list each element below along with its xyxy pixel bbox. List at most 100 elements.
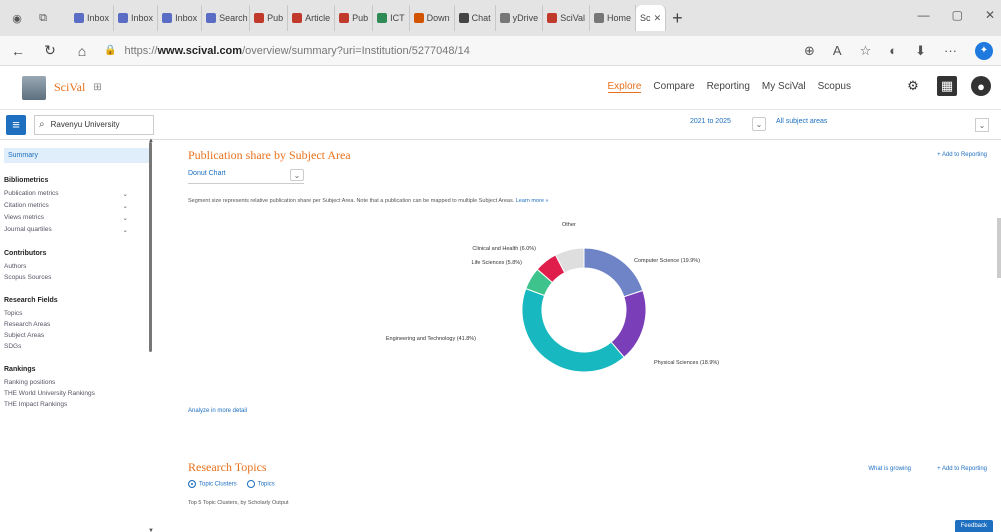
sidebar-item[interactable]: Views metrics ⌄ xyxy=(4,212,128,224)
read-aloud-icon[interactable]: A xyxy=(833,43,842,58)
entity-toolbar: ≡ ⌕ Ravenyu University 2021 to 2025 ⌄ Al… xyxy=(0,110,1001,140)
nav-reporting[interactable]: Reporting xyxy=(707,81,750,93)
sidebar-item[interactable]: Journal quartiles ⌄ xyxy=(4,224,128,236)
refresh-icon[interactable]: ↻ xyxy=(40,41,60,61)
user-avatar-icon[interactable]: ● xyxy=(971,76,991,96)
sidebar-section: Contributors Authors Scopus Sources xyxy=(4,250,158,283)
sidebar-item[interactable]: Citation metrics ⌄ xyxy=(4,200,128,212)
browser-tab[interactable]: Home xyxy=(590,5,637,31)
sidebar-item[interactable]: Topics xyxy=(4,308,128,319)
alerts-icon[interactable]: ⚙ xyxy=(903,76,923,96)
sidebar-item[interactable]: Authors xyxy=(4,261,128,272)
sidebar-section-heading: Rankings xyxy=(4,366,36,373)
scroll-down-icon[interactable]: ▼ xyxy=(148,528,154,532)
donut-slice-physical-sciences[interactable] xyxy=(610,289,647,358)
page-scrollbar[interactable] xyxy=(997,218,1001,278)
browser-tab[interactable]: Pub xyxy=(250,5,289,31)
chevron-down-icon[interactable]: ⌄ xyxy=(975,118,989,132)
zoom-icon[interactable]: ⊕ xyxy=(804,43,815,59)
sidebar-section: Research Fields Topics Research Areas Subje… xyxy=(4,297,158,352)
add-to-reporting-link[interactable]: + Add to Reporting xyxy=(937,466,987,472)
date-range-selector[interactable]: 2021 to 2025 xyxy=(690,118,731,125)
apps-grid-icon[interactable]: ⊞ xyxy=(93,82,101,93)
home-icon[interactable]: ⌂ xyxy=(72,41,92,61)
entity-search-field[interactable]: ⌕ Ravenyu University xyxy=(34,114,154,135)
feedback-button[interactable]: Feedback xyxy=(954,520,993,532)
browser-tab[interactable]: Pub xyxy=(335,5,374,31)
sidebar-item[interactable]: Research Areas xyxy=(4,319,128,330)
url-input[interactable]: 🔒 https://www.scival.com/overview/summar… xyxy=(104,40,784,62)
topics-radio[interactable]: Topics xyxy=(246,480,275,488)
more-icon[interactable]: ··· xyxy=(944,43,957,58)
browser-tab[interactable]: Article xyxy=(288,5,336,31)
workspaces-icon[interactable]: ⧉ xyxy=(36,11,50,25)
browser-tab[interactable]: SciVal xyxy=(543,5,591,31)
sidebar-section-heading: Contributors xyxy=(4,250,47,257)
browser-tab[interactable]: Search xyxy=(202,5,251,31)
browser-tab[interactable]: Inbox xyxy=(70,5,115,31)
browser-tab-bar: ◉ ⧉ Inbox Inbox Inbox Search Pub Article Pub IC… xyxy=(0,0,1001,36)
sidebar-item-summary[interactable]: Summary xyxy=(4,148,152,163)
tab-strip: Inbox Inbox Inbox Search Pub Article Pub ICT Dow… xyxy=(70,4,667,32)
extension-icon[interactable]: ◐ xyxy=(889,43,897,58)
content-panel: Publication share by Subject Area + Add … xyxy=(158,140,1001,532)
copilot-icon[interactable]: ✦ xyxy=(975,41,993,60)
donut-slice-engineering-and-technology[interactable] xyxy=(521,287,625,373)
sidebar-item-label: Scopus Sources xyxy=(4,274,52,281)
nav-explore[interactable]: Explore xyxy=(607,81,642,93)
sidebar-scrollbar[interactable] xyxy=(149,142,152,352)
sidebar-item[interactable]: Scopus Sources xyxy=(4,272,128,283)
favorite-star-icon[interactable]: ☆ xyxy=(860,43,872,59)
tab-label: ICT xyxy=(390,13,405,23)
chevron-down-icon[interactable]: ⌄ xyxy=(752,117,766,131)
hamburger-menu-button[interactable]: ≡ xyxy=(6,114,26,135)
browser-tab[interactable]: yDrive xyxy=(496,5,544,31)
sidebar-item[interactable]: Subject Areas xyxy=(4,330,128,341)
tab-favicon-icon xyxy=(413,13,424,23)
minimize-icon[interactable]: — xyxy=(918,8,930,22)
subject-area-selector[interactable]: All subject areas xyxy=(776,118,827,125)
expand-chevron-icon[interactable]: ⌄ xyxy=(123,190,128,198)
collections-icon[interactable]: ⬇ xyxy=(915,43,926,59)
expand-chevron-icon[interactable]: ⌄ xyxy=(123,202,128,210)
analyze-more-link[interactable]: Analyze in more detail xyxy=(188,408,247,414)
sidebar-item[interactable]: Ranking positions xyxy=(4,377,128,388)
tab-favicon-icon xyxy=(162,13,173,23)
sidebar-item[interactable]: Publication metrics ⌄ xyxy=(4,188,128,200)
browser-tab[interactable]: Inbox xyxy=(158,5,203,31)
close-window-icon[interactable]: ✕ xyxy=(985,8,995,22)
tab-favicon-icon xyxy=(339,13,350,23)
tab-favicon-icon xyxy=(74,13,84,23)
browser-tab[interactable]: Down xyxy=(410,5,455,31)
browser-tab[interactable]: Chat xyxy=(455,5,496,31)
nav-my-scival[interactable]: My SciVal xyxy=(762,81,806,93)
profile-icon[interactable]: ◉ xyxy=(10,11,24,25)
donut-slice-computer-science[interactable] xyxy=(583,247,644,298)
expand-chevron-icon[interactable]: ⌄ xyxy=(123,214,128,222)
new-tab-button[interactable]: + xyxy=(672,8,683,29)
nav-scopus[interactable]: Scopus xyxy=(818,81,851,93)
browser-tab[interactable]: Inbox xyxy=(114,5,159,31)
expand-chevron-icon[interactable]: ⌄ xyxy=(123,226,128,234)
back-icon[interactable]: ← xyxy=(8,41,28,61)
browser-tab[interactable]: ICT xyxy=(373,5,410,31)
sidebar-item[interactable]: THE World University Rankings xyxy=(4,388,128,399)
donut-label: Physical Sciences (18.9%) xyxy=(654,360,720,366)
browser-tab-active[interactable]: Sc ✕ xyxy=(636,5,667,31)
tab-label: Search xyxy=(219,13,248,23)
sidebar-item[interactable]: SDGs xyxy=(4,341,128,352)
maximize-icon[interactable]: ▢ xyxy=(952,8,963,22)
nav-compare[interactable]: Compare xyxy=(653,81,694,93)
what-is-growing-link[interactable]: What is growing xyxy=(868,466,911,472)
topic-clusters-radio[interactable]: Topic Clusters xyxy=(188,480,237,488)
sidebar-item[interactable]: THE Impact Rankings xyxy=(4,399,128,410)
radio-label: Topic Clusters xyxy=(199,481,237,488)
close-tab-icon[interactable]: ✕ xyxy=(654,13,662,24)
donut-label: Life Sciences (5.8%) xyxy=(471,260,522,266)
tab-label: Inbox xyxy=(175,13,198,23)
app-logo[interactable]: SciVal ⊞ xyxy=(22,75,102,100)
sidebar-sections: Bibliometrics Publication metrics ⌄ Citatio… xyxy=(4,177,158,410)
institution-icon[interactable]: ▦ xyxy=(937,76,957,96)
tab-label: Inbox xyxy=(87,13,110,23)
elsevier-logo-icon xyxy=(22,75,46,100)
